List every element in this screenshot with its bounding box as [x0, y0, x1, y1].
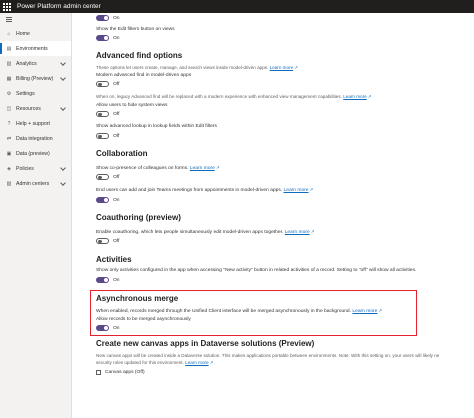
- sidebar-item-label: Admin centers: [16, 180, 50, 187]
- sidebar-item-analytics[interactable]: ▥ Analytics: [0, 56, 71, 71]
- data-icon: ▣: [6, 150, 12, 157]
- advanced-lookup-label: Show advanced lookup in lookup fields wi…: [96, 124, 217, 129]
- sidebar-item-label: Billing (Preview): [16, 75, 54, 82]
- sidebar-item-help-support[interactable]: ? Help + support: [0, 116, 71, 131]
- sidebar-item-billing-preview[interactable]: ▦ Billing (Preview): [0, 71, 71, 86]
- canvas-apps-desc: New canvas apps will be created inside a…: [96, 353, 440, 358]
- show-edit-filters-label: Show the Edit filters button on views: [96, 27, 175, 32]
- teams-meetings-label: End users can add and join Teams meeting…: [96, 187, 314, 193]
- resources-icon: ◫: [6, 105, 12, 112]
- data-integration-icon: ⇄: [6, 135, 12, 142]
- sidebar-item-label: Settings: [16, 90, 35, 97]
- asynchronous-merge-desc: When enabled, records merged through the…: [96, 308, 383, 314]
- sidebar-nav: ⌂ Home ▤ Environments ▥ Analytics ▦ Billing (Pr…: [0, 26, 71, 191]
- toggle-switch[interactable]: [96, 15, 109, 21]
- canvas-apps-checkbox[interactable]: Canvas apps (Off): [96, 370, 145, 375]
- sidebar-item-settings[interactable]: ⚙ Settings: [0, 86, 71, 101]
- learn-more-link[interactable]: Learn more: [284, 188, 309, 193]
- coauthoring-toggle[interactable]: Off: [96, 238, 119, 244]
- app-launcher-icon[interactable]: [0, 0, 13, 13]
- co-presence-toggle[interactable]: Off: [96, 174, 119, 180]
- advanced-find-desc: These options let users create, manage, …: [96, 65, 298, 70]
- activities-desc: Show only activities configured in the a…: [96, 268, 417, 273]
- sidebar-item-label: Home: [16, 30, 30, 37]
- sidebar-item-label: Data (preview): [16, 150, 50, 157]
- coauthoring-desc: Enable coauthoring, which lets people si…: [96, 229, 315, 235]
- policies-icon: ◈: [7, 165, 11, 172]
- app-title: Power Platform admin center: [17, 3, 101, 10]
- sidebar-item-label: Environments: [16, 45, 48, 52]
- learn-more-link[interactable]: Learn more: [343, 94, 367, 99]
- external-link-icon: ↗: [294, 65, 298, 70]
- coauthoring-heading: Coauthoring (preview): [96, 213, 181, 222]
- modern-advanced-find-toggle[interactable]: Off: [96, 81, 119, 87]
- sidebar-item-label: Policies: [16, 165, 34, 172]
- external-link-icon: ↗: [215, 165, 220, 170]
- top-toggle[interactable]: On: [96, 15, 120, 21]
- external-link-icon: ↗: [209, 360, 214, 365]
- hide-system-views-toggle[interactable]: Off: [96, 111, 119, 117]
- external-link-icon: ↗: [310, 229, 315, 234]
- asynchronous-merge-heading: Asynchronous merge: [96, 294, 179, 303]
- chevron-down-icon[interactable]: [60, 60, 66, 66]
- top-bar: Power Platform admin center: [0, 0, 474, 13]
- learn-more-link[interactable]: Learn more: [352, 309, 377, 314]
- modern-advanced-find-desc: When on, legacy Advanced find will be re…: [96, 94, 372, 99]
- checkbox[interactable]: [96, 370, 101, 375]
- canvas-apps-heading: Create new canvas apps in Dataverse solu…: [96, 339, 315, 348]
- environments-icon: ▤: [6, 45, 12, 52]
- sidebar-item-admin-centers[interactable]: ▧ Admin centers: [0, 176, 71, 191]
- admin-centers-icon: ▧: [6, 180, 12, 187]
- help-icon: ?: [7, 120, 11, 127]
- home-icon: ⌂: [7, 30, 11, 37]
- allow-async-merge-label: Allow records to be merged asynchronousl…: [96, 317, 191, 322]
- sidebar-item-policies[interactable]: ◈ Policies: [0, 161, 71, 176]
- learn-more-link[interactable]: Learn more: [190, 166, 215, 171]
- sidebar-item-label: Analytics: [16, 60, 37, 67]
- sidebar-item-data-preview[interactable]: ▣ Data (preview): [0, 146, 71, 161]
- show-edit-filters-toggle[interactable]: On: [96, 35, 120, 41]
- sidebar-item-label: Resources: [16, 105, 41, 112]
- external-link-icon: ↗: [309, 187, 314, 192]
- sidebar-item-label: Help + support: [16, 120, 50, 127]
- advanced-lookup-toggle[interactable]: Off: [96, 133, 119, 139]
- external-link-icon: ↗: [367, 94, 372, 99]
- canvas-apps-desc-2: security roles updated for this environm…: [96, 360, 214, 365]
- chevron-down-icon[interactable]: [60, 75, 66, 81]
- sidebar: ⌂ Home ▤ Environments ▥ Analytics ▦ Billing (Pr…: [0, 13, 72, 418]
- learn-more-link[interactable]: Learn more: [270, 65, 294, 70]
- modern-advanced-find-label: Modern advanced find in model-driven app…: [96, 73, 192, 78]
- advanced-find-heading: Advanced find options: [96, 51, 183, 60]
- chevron-down-icon[interactable]: [60, 180, 66, 186]
- gear-icon: ⚙: [6, 90, 12, 97]
- activities-toggle[interactable]: On: [96, 277, 120, 283]
- billing-icon: ▦: [6, 75, 12, 82]
- hide-system-views-label: Allow users to hide system views: [96, 103, 168, 108]
- chevron-down-icon[interactable]: [60, 165, 66, 171]
- chevron-down-icon[interactable]: [60, 105, 66, 111]
- external-link-icon: ↗: [378, 308, 383, 313]
- sidebar-item-data-integration[interactable]: ⇄ Data integration: [0, 131, 71, 146]
- sidebar-item-environments[interactable]: ▤ Environments: [0, 41, 71, 56]
- learn-more-link[interactable]: Learn more: [185, 360, 209, 365]
- sidebar-item-label: Data integration: [16, 135, 53, 142]
- activities-heading: Activities: [96, 255, 132, 264]
- sidebar-item-home[interactable]: ⌂ Home: [0, 26, 71, 41]
- main-content: On Show the Edit filters button on views…: [72, 13, 474, 418]
- hamburger-menu-icon[interactable]: [0, 13, 71, 26]
- learn-more-link[interactable]: Learn more: [285, 230, 310, 235]
- co-presence-label: Show co-presence of colleagues on forms.…: [96, 165, 220, 171]
- async-merge-toggle[interactable]: On: [96, 325, 120, 331]
- collaboration-heading: Collaboration: [96, 149, 148, 158]
- teams-meetings-toggle[interactable]: On: [96, 197, 120, 203]
- analytics-icon: ▥: [6, 60, 12, 67]
- sidebar-item-resources[interactable]: ◫ Resources: [0, 101, 71, 116]
